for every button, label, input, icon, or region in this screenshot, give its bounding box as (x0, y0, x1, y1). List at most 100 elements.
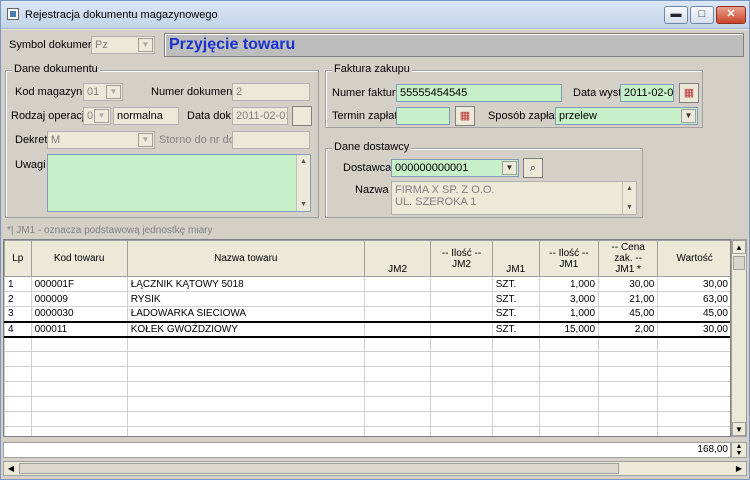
empty-cell[interactable] (598, 381, 659, 397)
empty-cell[interactable] (4, 336, 32, 352)
cell-ilosc-jm2[interactable] (430, 276, 493, 292)
empty-cell[interactable] (657, 396, 730, 412)
empty-cell[interactable] (363, 366, 432, 382)
empty-cell[interactable] (491, 336, 540, 352)
items-grid[interactable]: Lp Kod towaru Nazwa towaru JM2 -- Ilość … (3, 239, 731, 437)
scroll-right-icon[interactable]: ▶ (732, 462, 746, 475)
col-header-wartosc[interactable]: Wartość (657, 240, 730, 277)
cell-nazwa[interactable]: KOŁEK GWOŹDZIOWY (126, 320, 365, 338)
scroll-left-icon[interactable]: ◀ (4, 462, 18, 475)
cell-jm2[interactable] (363, 320, 432, 338)
cell-ilosc-jm2[interactable] (430, 320, 493, 338)
empty-cell[interactable] (491, 411, 540, 427)
empty-cell[interactable] (491, 351, 540, 367)
cell-jm2[interactable] (363, 276, 432, 292)
cell-lp[interactable]: 3 (4, 306, 32, 322)
table-row[interactable]: 1 000001F ŁĄCZNIK KĄTOWY 5018 SZT. 1,000 30,0… (4, 276, 730, 292)
empty-cell[interactable] (126, 426, 365, 436)
empty-table-row[interactable] (4, 396, 730, 412)
grid-scrollbar[interactable]: ▲ ▼ (731, 239, 747, 437)
cell-ilosc-jm1[interactable]: 1,000 (538, 306, 600, 322)
cell-wartosc[interactable]: 30,00 (657, 276, 730, 292)
empty-cell[interactable] (657, 366, 730, 382)
empty-cell[interactable] (657, 411, 730, 427)
table-row[interactable]: 3 0000030 ŁADOWARKA SIECIOWA SZT. 1,000 45,00… (4, 306, 730, 322)
col-header-nazwa[interactable]: Nazwa towaru (126, 240, 365, 277)
empty-cell[interactable] (598, 351, 659, 367)
empty-table-row[interactable] (4, 411, 730, 427)
empty-cell[interactable] (598, 411, 659, 427)
empty-cell[interactable] (363, 396, 432, 412)
empty-cell[interactable] (4, 396, 32, 412)
cell-lp[interactable]: 2 (4, 291, 32, 307)
empty-cell[interactable] (363, 336, 432, 352)
col-header-ilosc-jm1[interactable]: -- Ilość -- JM1 (538, 240, 600, 277)
calendar-icon[interactable] (292, 106, 312, 126)
empty-cell[interactable] (4, 426, 32, 436)
empty-cell[interactable] (598, 336, 659, 352)
summary-spinner[interactable]: ▲ ▼ (731, 442, 747, 458)
empty-cell[interactable] (538, 381, 600, 397)
cell-kod[interactable]: 000009 (30, 291, 128, 307)
empty-cell[interactable] (30, 381, 128, 397)
cell-ilosc-jm1[interactable]: 3,000 (538, 291, 600, 307)
empty-cell[interactable] (126, 351, 365, 367)
minimize-button[interactable]: ▬ (664, 6, 688, 24)
empty-cell[interactable] (126, 411, 365, 427)
empty-cell[interactable] (430, 366, 493, 382)
cell-jm1[interactable]: SZT. (491, 276, 540, 292)
chevron-down-icon[interactable]: ▼ (94, 109, 109, 123)
empty-cell[interactable] (657, 426, 730, 436)
operation-type-dropdown[interactable]: 0 ▼ (83, 107, 111, 125)
table-row[interactable]: 4 000011 KOŁEK GWOŹDZIOWY SZT. 15,000 2,00 30,… (4, 320, 730, 338)
empty-cell[interactable] (363, 426, 432, 436)
empty-cell[interactable] (126, 396, 365, 412)
scroll-down-icon[interactable]: ▼ (732, 422, 746, 436)
col-header-kod[interactable]: Kod towaru (30, 240, 128, 277)
supplier-name-scrollbar[interactable]: ▲ ▼ (622, 182, 636, 214)
cell-nazwa[interactable]: ŁĄCZNIK KĄTOWY 5018 (126, 276, 365, 292)
scroll-thumb[interactable] (733, 256, 745, 270)
empty-cell[interactable] (4, 351, 32, 367)
cell-lp[interactable]: 4 (4, 320, 32, 338)
empty-cell[interactable] (30, 336, 128, 352)
symbol-dropdown[interactable]: Pz ▼ (91, 36, 155, 54)
empty-cell[interactable] (491, 381, 540, 397)
cell-ilosc-jm1[interactable]: 15,000 (538, 320, 600, 338)
empty-cell[interactable] (430, 396, 493, 412)
empty-cell[interactable] (30, 351, 128, 367)
cell-ilosc-jm2[interactable] (430, 291, 493, 307)
cell-kod[interactable]: 000001F (30, 276, 128, 292)
empty-cell[interactable] (4, 381, 32, 397)
empty-cell[interactable] (538, 351, 600, 367)
chevron-down-icon[interactable]: ▼ (138, 133, 153, 147)
document-date-field[interactable]: 2011-02-01 (232, 107, 288, 125)
calendar-icon[interactable]: ▦ (455, 106, 475, 126)
empty-cell[interactable] (30, 396, 128, 412)
col-header-ilosc-jm2[interactable]: -- Ilość -- JM2 (430, 240, 493, 277)
cell-wartosc[interactable]: 63,00 (657, 291, 730, 307)
empty-cell[interactable] (430, 381, 493, 397)
cell-cena[interactable]: 2,00 (598, 320, 659, 338)
scroll-thumb[interactable] (19, 463, 619, 474)
cell-jm1[interactable]: SZT. (491, 306, 540, 322)
empty-cell[interactable] (538, 426, 600, 436)
storno-field[interactable] (232, 131, 310, 149)
empty-cell[interactable] (491, 366, 540, 382)
cell-ilosc-jm2[interactable] (430, 306, 493, 322)
cell-nazwa[interactable]: RYSIK (126, 291, 365, 307)
payment-term-field[interactable] (396, 107, 450, 125)
empty-cell[interactable] (126, 366, 365, 382)
chevron-down-icon[interactable]: ▼ (681, 109, 696, 123)
warehouse-code-dropdown[interactable]: 01 ▼ (83, 83, 123, 101)
empty-cell[interactable] (363, 381, 432, 397)
scroll-up-icon[interactable]: ▲ (732, 240, 746, 254)
horizontal-scrollbar[interactable]: ◀ ▶ (3, 461, 747, 476)
cell-jm2[interactable] (363, 291, 432, 307)
empty-cell[interactable] (538, 411, 600, 427)
empty-cell[interactable] (4, 366, 32, 382)
cell-lp[interactable]: 1 (4, 276, 32, 292)
col-header-cena[interactable]: -- Cena zak. -- JM1 * (598, 240, 659, 277)
empty-cell[interactable] (430, 411, 493, 427)
cell-wartosc[interactable]: 45,00 (657, 306, 730, 322)
